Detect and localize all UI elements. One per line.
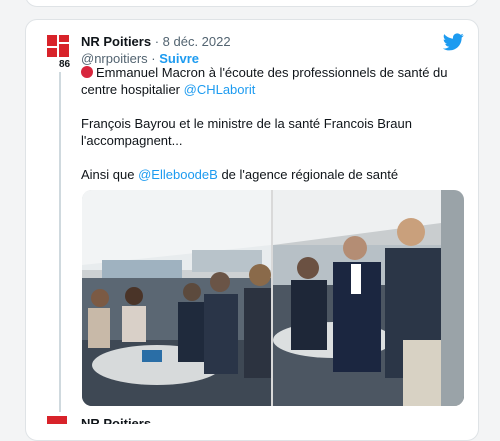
tweet-line-3-suffix: de l'agence régionale de santé [221,167,399,182]
next-tweet-logo-icon[interactable] [47,416,67,424]
tweet-date[interactable]: 8 déc. 2022 [163,34,231,49]
separator-dot: · [151,34,163,49]
author-name[interactable]: NR Poitiers [81,34,151,49]
red-circle-emoji-icon [81,66,93,78]
tweet-line-3: Ainsi que @ElleboodeB de l'agence région… [81,166,451,183]
nr-logo-icon[interactable]: 86 [47,35,74,70]
mention-elleboodeb[interactable]: @ElleboodeB [138,167,218,182]
tweet-line-1-text: Emmanuel Macron à l'écoute des professio… [81,65,448,97]
tweet-line-1: Emmanuel Macron à l'écoute des professio… [81,64,451,98]
previous-tweet-card [25,0,479,7]
tweet-body: Emmanuel Macron à l'écoute des professio… [81,64,451,183]
tweet-line-3-prefix: Ainsi que [81,167,135,182]
next-tweet-author-name[interactable]: NR Poitiers [81,415,151,424]
mention-chlaborit[interactable]: @CHLaborit [184,82,256,97]
twitter-bird-icon[interactable] [442,33,464,51]
tweet-photo-2[interactable] [273,190,464,406]
logo-number: 86 [59,59,71,69]
tweet-media[interactable] [82,190,464,406]
tweet-header: NR Poitiers · 8 déc. 2022 @nrpoitiers · … [81,33,441,67]
tweet-photo-1[interactable] [82,190,271,406]
tweet-line-2: François Bayrou et le ministre de la san… [81,116,412,148]
thread-line [59,72,61,412]
